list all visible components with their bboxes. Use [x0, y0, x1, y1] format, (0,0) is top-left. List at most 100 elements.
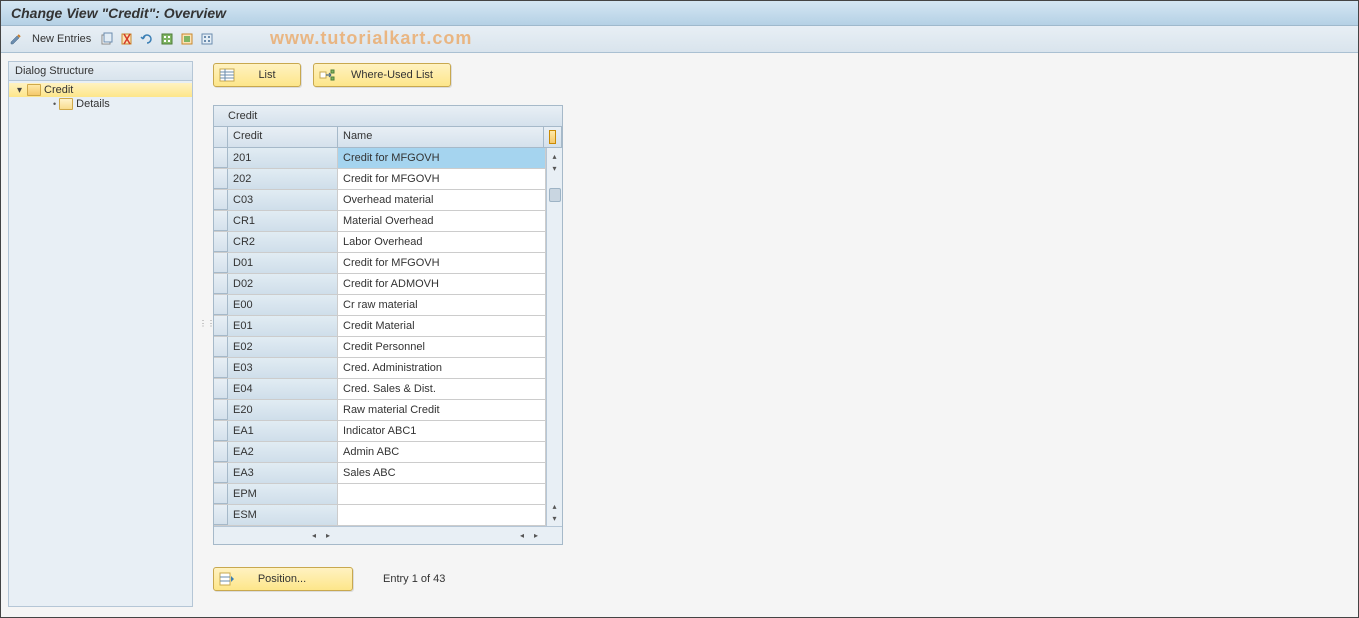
cell-credit[interactable]: ESM — [228, 505, 338, 525]
scroll-up-bottom-icon[interactable]: ▴ — [549, 500, 561, 512]
scroll-up-icon[interactable]: ▴ — [549, 150, 561, 162]
cell-name[interactable]: Sales ABC — [338, 463, 546, 483]
row-selector[interactable] — [214, 148, 228, 168]
cell-name[interactable]: Admin ABC — [338, 442, 546, 462]
row-selector[interactable] — [214, 379, 228, 399]
scroll-thumb[interactable] — [549, 188, 561, 202]
table-row[interactable]: E02Credit Personnel — [214, 337, 546, 358]
table-row[interactable]: E04Cred. Sales & Dist. — [214, 379, 546, 400]
table-row[interactable]: CR1Material Overhead — [214, 211, 546, 232]
select-all-icon[interactable] — [159, 31, 175, 47]
cell-name[interactable]: Cred. Administration — [338, 358, 546, 378]
table-row[interactable]: C03Overhead material — [214, 190, 546, 211]
table-row[interactable]: EA3Sales ABC — [214, 463, 546, 484]
row-selector[interactable] — [214, 484, 228, 504]
cell-credit[interactable]: E01 — [228, 316, 338, 336]
row-selector[interactable] — [214, 400, 228, 420]
table-row[interactable]: ESM — [214, 505, 546, 526]
scroll-down-small-icon[interactable]: ▾ — [549, 162, 561, 174]
copy-as-icon[interactable] — [99, 31, 115, 47]
cell-name[interactable]: Indicator ABC1 — [338, 421, 546, 441]
cell-credit[interactable]: CR2 — [228, 232, 338, 252]
cell-credit[interactable]: CR1 — [228, 211, 338, 231]
row-selector[interactable] — [214, 421, 228, 441]
cell-name[interactable]: Credit for ADMOVH — [338, 274, 546, 294]
cell-credit[interactable]: E00 — [228, 295, 338, 315]
table-row[interactable]: CR2Labor Overhead — [214, 232, 546, 253]
cell-credit[interactable]: EPM — [228, 484, 338, 504]
cell-credit[interactable]: D01 — [228, 253, 338, 273]
row-selector[interactable] — [214, 505, 228, 525]
hscroll-left-icon[interactable]: ◂ — [516, 530, 528, 542]
cell-credit[interactable]: D02 — [228, 274, 338, 294]
hscroll-right-icon[interactable]: ▸ — [322, 530, 334, 542]
select-block-icon[interactable] — [179, 31, 195, 47]
table-settings-button[interactable] — [544, 127, 562, 147]
row-selector[interactable] — [214, 295, 228, 315]
cell-name[interactable] — [338, 484, 546, 504]
deselect-all-icon[interactable] — [199, 31, 215, 47]
row-selector[interactable] — [214, 232, 228, 252]
table-row[interactable]: E03Cred. Administration — [214, 358, 546, 379]
cell-name[interactable]: Raw material Credit — [338, 400, 546, 420]
hscroll-left-icon[interactable]: ◂ — [308, 530, 320, 542]
row-selector[interactable] — [214, 211, 228, 231]
row-selector[interactable] — [214, 358, 228, 378]
table-row[interactable]: EA2Admin ABC — [214, 442, 546, 463]
column-header-name[interactable]: Name — [338, 127, 544, 147]
cell-credit[interactable]: C03 — [228, 190, 338, 210]
cell-name[interactable] — [338, 505, 546, 525]
tree-expand-icon[interactable]: ▾ — [17, 85, 27, 96]
scroll-down-icon[interactable]: ▾ — [549, 512, 561, 524]
toggle-edit-icon[interactable] — [8, 31, 24, 47]
cell-credit[interactable]: E20 — [228, 400, 338, 420]
table-row[interactable]: D02Credit for ADMOVH — [214, 274, 546, 295]
cell-credit[interactable]: E02 — [228, 337, 338, 357]
row-selector[interactable] — [214, 169, 228, 189]
cell-name[interactable]: Labor Overhead — [338, 232, 546, 252]
table-row[interactable]: 202Credit for MFGOVH — [214, 169, 546, 190]
column-header-credit[interactable]: Credit — [228, 127, 338, 147]
cell-name[interactable]: Credit for MFGOVH — [338, 253, 546, 273]
list-button[interactable]: List — [213, 63, 301, 87]
cell-credit[interactable]: 201 — [228, 148, 338, 168]
cell-credit[interactable]: 202 — [228, 169, 338, 189]
row-selector[interactable] — [214, 316, 228, 336]
cell-credit[interactable]: EA1 — [228, 421, 338, 441]
select-all-rows[interactable] — [214, 127, 228, 147]
where-used-button[interactable]: Where-Used List — [313, 63, 451, 87]
tree-node-credit[interactable]: ▾ Credit — [9, 83, 192, 97]
row-selector[interactable] — [214, 463, 228, 483]
row-selector[interactable] — [214, 337, 228, 357]
table-row[interactable]: 201Credit for MFGOVH — [214, 148, 546, 169]
table-row[interactable]: EPM — [214, 484, 546, 505]
cell-credit[interactable]: E04 — [228, 379, 338, 399]
hscroll-right-group[interactable]: ◂ ▸ — [512, 530, 546, 542]
cell-name[interactable]: Overhead material — [338, 190, 546, 210]
new-entries-button[interactable]: New Entries — [28, 33, 95, 45]
table-row[interactable]: E01Credit Material — [214, 316, 546, 337]
row-selector[interactable] — [214, 190, 228, 210]
vertical-scrollbar[interactable]: ▴ ▾ ▴ ▾ — [546, 148, 562, 526]
cell-credit[interactable]: EA2 — [228, 442, 338, 462]
hscroll-left-group[interactable]: ◂ ▸ — [304, 530, 338, 542]
cell-credit[interactable]: EA3 — [228, 463, 338, 483]
cell-name[interactable]: Cr raw material — [338, 295, 546, 315]
table-row[interactable]: D01Credit for MFGOVH — [214, 253, 546, 274]
hscroll-right-icon[interactable]: ▸ — [530, 530, 542, 542]
table-row[interactable]: E00Cr raw material — [214, 295, 546, 316]
tree-node-details[interactable]: • Details — [9, 97, 192, 111]
panel-splitter[interactable]: ⋮⋮ — [197, 53, 205, 615]
cell-name[interactable]: Credit for MFGOVH — [338, 169, 546, 189]
cell-name[interactable]: Credit for MFGOVH — [338, 148, 546, 168]
cell-credit[interactable]: E03 — [228, 358, 338, 378]
delete-icon[interactable] — [119, 31, 135, 47]
undo-icon[interactable] — [139, 31, 155, 47]
row-selector[interactable] — [214, 442, 228, 462]
table-row[interactable]: EA1Indicator ABC1 — [214, 421, 546, 442]
cell-name[interactable]: Credit Personnel — [338, 337, 546, 357]
cell-name[interactable]: Cred. Sales & Dist. — [338, 379, 546, 399]
row-selector[interactable] — [214, 274, 228, 294]
cell-name[interactable]: Material Overhead — [338, 211, 546, 231]
cell-name[interactable]: Credit Material — [338, 316, 546, 336]
